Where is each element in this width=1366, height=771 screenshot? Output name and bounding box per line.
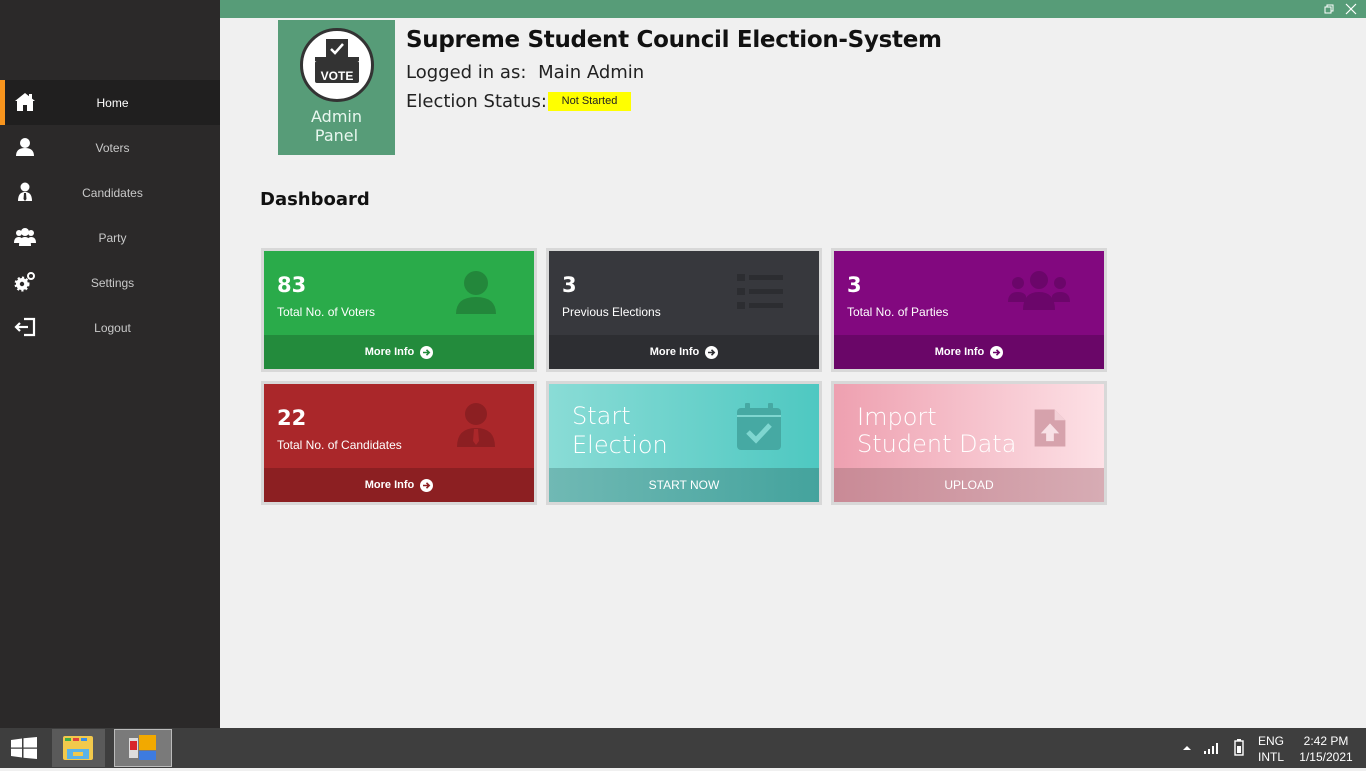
start-now-button[interactable]: START NOW [549, 468, 819, 502]
sidebar-item-label: Home [96, 95, 129, 110]
page-title: Dashboard [260, 189, 370, 210]
clock-time: 2:42 PM [1303, 734, 1349, 748]
group-icon [1008, 271, 1070, 310]
windows-start-icon[interactable] [10, 737, 38, 759]
network-signal-icon[interactable] [1204, 741, 1220, 754]
show-hidden-icons-icon[interactable] [1183, 745, 1191, 751]
admin-panel-label: Admin Panel [278, 107, 395, 145]
parties-more-info-button[interactable]: More Info [834, 335, 1104, 369]
parties-card[interactable]: 3 Total No. of Parties More Info [831, 248, 1107, 372]
sidebar-item-candidates[interactable]: Candidates [0, 170, 220, 215]
home-icon [15, 93, 35, 111]
voters-label: Total No. of Voters [277, 305, 376, 319]
parties-label: Total No. of Parties [847, 305, 949, 319]
logout-icon [14, 317, 36, 337]
sidebar-item-label: Settings [90, 275, 135, 290]
import-data-line-1: Import [857, 403, 937, 431]
candidates-count: 22 [277, 406, 307, 430]
more-info-label: More Info [364, 346, 415, 358]
language-line-1: ENG [1258, 734, 1285, 748]
admin-panel-logo: VOTE Admin Panel [278, 20, 395, 155]
arrow-right-circle-icon [990, 345, 1004, 359]
elections-label: Previous Elections [562, 305, 661, 319]
elections-count: 3 [562, 273, 577, 297]
elections-card[interactable]: 3 Previous Elections More Info [546, 248, 822, 372]
candidate-icon [18, 182, 32, 201]
sidebar-item-label: Party [98, 230, 127, 245]
election-status-label: Election Status: [406, 91, 547, 112]
sidebar-item-home[interactable]: Home [0, 80, 220, 125]
candidate-icon [457, 403, 495, 447]
candidates-card[interactable]: 22 Total No. of Candidates More Info [261, 381, 537, 505]
arrow-right-circle-icon [420, 478, 434, 492]
language-indicator[interactable]: ENG INTL [1258, 734, 1284, 764]
arrow-right-circle-icon [705, 345, 719, 359]
status-badge: Not Started [548, 92, 631, 111]
calendar-check-icon [737, 403, 781, 450]
logo-line-1: Admin [311, 107, 362, 126]
start-now-label: START NOW [648, 478, 720, 492]
election-app-icon [129, 735, 156, 760]
import-data-card[interactable]: Import Student Data UPLOAD [831, 381, 1107, 505]
upload-label: UPLOAD [944, 478, 994, 492]
logged-in-info: Logged in as: Main Admin [406, 62, 644, 83]
start-election-card[interactable]: Start Election START NOW [546, 381, 822, 505]
candidates-more-info-button[interactable]: More Info [264, 468, 534, 502]
start-election-line-2: Election [572, 431, 668, 459]
sidebar-item-label: Candidates [82, 185, 143, 200]
file-upload-icon [1034, 409, 1066, 447]
logo-line-2: Panel [314, 126, 359, 145]
start-election-line-1: Start [572, 402, 631, 430]
election-app-button[interactable] [114, 729, 172, 767]
more-info-label: More Info [934, 346, 985, 358]
voters-more-info-button[interactable]: More Info [264, 335, 534, 369]
candidates-label: Total No. of Candidates [277, 438, 402, 452]
file-explorer-button[interactable] [52, 729, 105, 767]
sidebar-item-settings[interactable]: Settings [0, 260, 220, 305]
clock-date: 1/15/2021 [1299, 750, 1353, 764]
close-icon[interactable] [1344, 2, 1358, 16]
app-title: Supreme Student Council Election-System [406, 27, 942, 53]
more-info-label: More Info [364, 479, 415, 491]
voters-card[interactable]: 83 Total No. of Voters More Info [261, 248, 537, 372]
file-explorer-icon [63, 736, 93, 760]
sidebar: Home Voters Candidates Party Settings Lo… [0, 0, 220, 728]
list-icon [737, 274, 783, 309]
logged-in-label: Logged in as: [406, 62, 527, 83]
parties-count: 3 [847, 273, 862, 297]
user-icon [16, 138, 34, 156]
battery-icon[interactable] [1234, 739, 1244, 756]
sidebar-item-label: Logout [94, 320, 131, 335]
sidebar-item-logout[interactable]: Logout [0, 305, 220, 350]
title-bar [220, 0, 1366, 18]
taskbar: ENG INTL 2:42 PM 1/15/2021 [0, 728, 1366, 768]
more-info-label: More Info [649, 346, 700, 358]
gears-icon [14, 272, 35, 292]
start-election-title: Start Election [572, 402, 668, 460]
restore-icon[interactable] [1322, 2, 1336, 16]
sidebar-item-party[interactable]: Party [0, 215, 220, 260]
vote-badge-text: VOTE [320, 69, 354, 83]
import-data-line-2: Student Data [857, 430, 1017, 458]
arrow-right-circle-icon [420, 345, 434, 359]
app-window: Home Voters Candidates Party Settings Lo… [0, 0, 1366, 728]
ballot-box-icon: VOTE [300, 28, 374, 102]
upload-button[interactable]: UPLOAD [834, 468, 1104, 502]
language-line-2: INTL [1258, 750, 1285, 764]
elections-more-info-button[interactable]: More Info [549, 335, 819, 369]
logged-in-user: Main Admin [538, 62, 645, 83]
import-data-title: Import Student Data [857, 404, 1016, 458]
group-icon [14, 228, 36, 246]
voters-count: 83 [277, 273, 307, 297]
sidebar-item-label: Voters [95, 140, 130, 155]
sidebar-item-voters[interactable]: Voters [0, 125, 220, 170]
user-icon [456, 271, 496, 314]
clock[interactable]: 2:42 PM 1/15/2021 [1296, 734, 1356, 764]
